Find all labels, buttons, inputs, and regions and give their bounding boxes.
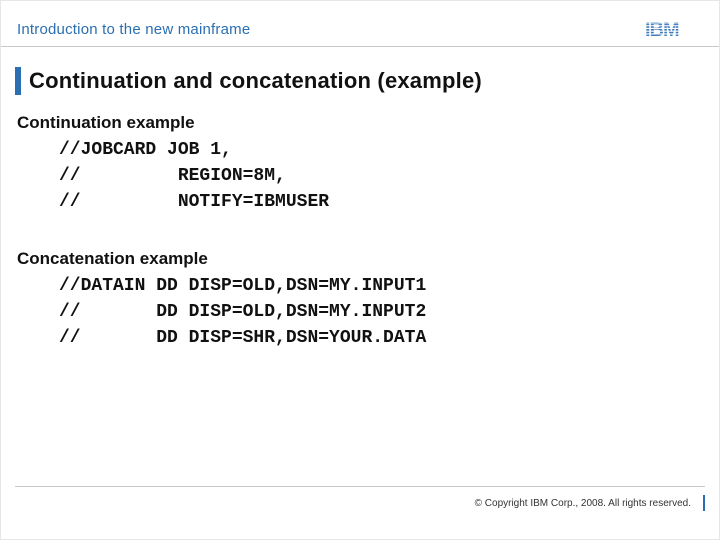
ibm-logo: IBM (645, 18, 699, 40)
continuation-code: //JOBCARD JOB 1, // REGION=8M, // NOTIFY… (59, 137, 705, 215)
slide-body: Continuation and concatenation (example)… (1, 67, 719, 352)
slide-title: Continuation and concatenation (example) (29, 68, 482, 94)
footer: © Copyright IBM Corp., 2008. All rights … (15, 486, 705, 511)
continuation-heading: Continuation example (17, 113, 705, 133)
svg-text:IBM: IBM (645, 19, 679, 40)
concatenation-code: //DATAIN DD DISP=OLD,DSN=MY.INPUT1 // DD… (59, 273, 705, 351)
title-row: Continuation and concatenation (example) (15, 67, 705, 95)
ibm-logo-icon: IBM (645, 18, 699, 40)
topbar: Introduction to the new mainframe IBM (1, 1, 719, 47)
page-number-mark (703, 495, 705, 511)
copyright: © Copyright IBM Corp., 2008. All rights … (475, 498, 691, 509)
concatenation-heading: Concatenation example (17, 249, 705, 269)
course-title: Introduction to the new mainframe (17, 21, 250, 40)
section-gap (15, 215, 705, 243)
title-accent-bar (15, 67, 21, 95)
slide: Introduction to the new mainframe IBM Co… (0, 0, 720, 540)
